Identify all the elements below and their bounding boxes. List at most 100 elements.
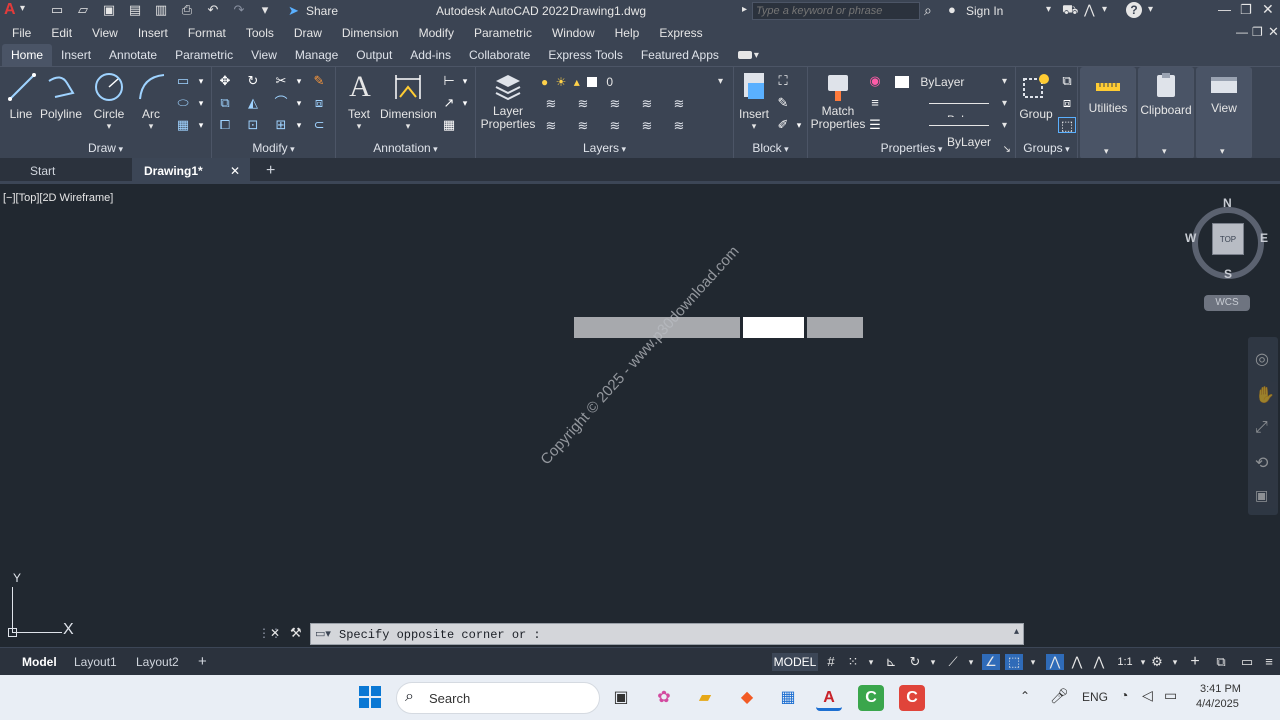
help-search-input[interactable] xyxy=(752,2,920,20)
ribbon-tab-insert[interactable]: Insert xyxy=(52,44,100,66)
microsoft-store-icon[interactable]: ▦ xyxy=(775,685,801,711)
customization-menu-icon[interactable]: ≡ xyxy=(1260,654,1278,670)
view-dropdown-icon[interactable]: ▾ xyxy=(1220,146,1225,157)
task-view-icon[interactable]: ▣ xyxy=(608,685,634,711)
autodesk-app-icon[interactable]: ⋀ xyxy=(1084,2,1095,18)
annotation-scale-icon[interactable]: ⋀ xyxy=(1090,654,1108,670)
layer-dropdown[interactable]: ● ☀ ▴ 0 xyxy=(536,73,728,91)
sign-in-button[interactable]: Sign In xyxy=(966,4,1003,18)
color-dropdown[interactable]: ByLayer xyxy=(890,73,1012,91)
circle-button[interactable]: Circle ▾ xyxy=(92,71,126,132)
pan-icon[interactable]: ✋ xyxy=(1255,385,1275,405)
compass-south[interactable]: S xyxy=(1224,267,1232,281)
model-space-button[interactable]: MODEL xyxy=(772,653,818,671)
menu-help[interactable]: Help xyxy=(605,26,650,40)
menu-edit[interactable]: Edit xyxy=(41,26,82,40)
help-icon[interactable]: ? xyxy=(1126,2,1142,18)
command-history-icon[interactable]: ▴ xyxy=(1014,626,1019,637)
draw-panel-label[interactable]: Draw xyxy=(0,141,211,155)
sign-in-dropdown-icon[interactable]: ▾ xyxy=(1046,4,1051,15)
workspace-dropdown-icon[interactable]: ▾ xyxy=(1166,654,1184,670)
leader-dropdown-icon[interactable]: ▾ xyxy=(456,95,474,111)
arc-dropdown-icon[interactable]: ▾ xyxy=(136,121,166,132)
steering-wheel-icon[interactable]: ◎ xyxy=(1255,349,1269,369)
layer-isolate-icon[interactable]: ≋ xyxy=(575,97,591,111)
arc-button[interactable]: Arc ▾ xyxy=(136,71,166,132)
viewcube-top-face[interactable]: TOP xyxy=(1212,223,1244,255)
view-panel[interactable]: View ▾ xyxy=(1196,67,1252,159)
circle-dropdown-icon[interactable]: ▾ xyxy=(92,121,126,132)
drawing1-tab[interactable]: Drawing1* ✕ xyxy=(132,158,250,184)
insert-dropdown-icon[interactable]: ▾ xyxy=(736,121,772,132)
menu-dimension[interactable]: Dimension xyxy=(332,26,409,40)
layer-off-icon[interactable]: ≋ xyxy=(543,97,559,111)
utilities-dropdown-icon[interactable]: ▾ xyxy=(1104,146,1109,157)
copilot-icon[interactable]: ✿ xyxy=(651,685,677,711)
doc-close-icon[interactable]: ✕ xyxy=(1268,24,1279,40)
isodraft-dropdown-icon[interactable]: ▾ xyxy=(962,654,980,670)
share-button[interactable]: Share xyxy=(306,4,338,18)
array-icon[interactable]: ⊞ xyxy=(272,117,290,133)
microphone-icon[interactable]: 🎤︎ xyxy=(1050,687,1069,705)
trim-icon[interactable]: ✂ xyxy=(272,73,290,89)
groups-panel-label[interactable]: Groups xyxy=(1016,141,1077,155)
menu-parametric[interactable]: Parametric xyxy=(464,26,542,40)
utilities-panel[interactable]: Utilities ▾ xyxy=(1080,67,1136,159)
ribbon-tab-output[interactable]: Output xyxy=(347,44,401,66)
viewcube[interactable]: N S E W TOP xyxy=(1185,196,1268,281)
battery-icon[interactable]: ▭ xyxy=(1164,687,1177,704)
navigation-bar[interactable]: ◎ ✋ ⤢ ⟲ ▣ xyxy=(1248,337,1278,515)
volume-icon[interactable]: ◁ xyxy=(1142,687,1153,704)
menu-express[interactable]: Express xyxy=(649,26,712,40)
ribbon-tab-home[interactable]: Home xyxy=(2,44,53,66)
group-edit-icon[interactable]: ⧈ xyxy=(1058,95,1076,111)
stretch-icon[interactable]: ⧠ xyxy=(216,117,234,133)
color-wheel-icon[interactable]: ◉ xyxy=(866,73,884,89)
annotation-visibility-icon[interactable]: ⋀ xyxy=(1046,654,1064,670)
copy-icon[interactable]: ⧉ xyxy=(216,95,234,111)
text-button[interactable]: A Text ▾ xyxy=(344,71,374,132)
menu-tools[interactable]: Tools xyxy=(236,26,284,40)
ortho-icon[interactable]: ⊾ xyxy=(882,654,900,670)
ribbon-tab-featured-apps[interactable]: Featured Apps xyxy=(632,44,728,66)
minimize-icon[interactable]: — xyxy=(1218,2,1231,17)
dimension-button[interactable]: Dimension ▾ xyxy=(380,71,437,132)
offset-icon[interactable]: ⊂ xyxy=(310,117,328,133)
erase-icon[interactable]: ✎ xyxy=(310,73,328,89)
camtasia-green-icon[interactable]: C xyxy=(858,685,884,711)
viewport-controls-label[interactable]: [−][Top][2D Wireframe] xyxy=(3,192,113,204)
hatch-dropdown-icon[interactable]: ▾ xyxy=(192,117,210,133)
show-hidden-icons-icon[interactable]: ⌃ xyxy=(1020,689,1030,703)
array-dropdown-icon[interactable]: ▾ xyxy=(290,117,308,133)
ribbon-minimize-icon[interactable] xyxy=(737,51,752,59)
ellipse-dropdown-icon[interactable]: ▾ xyxy=(192,95,210,111)
wifi-icon[interactable]: ◔ xyxy=(1120,687,1128,703)
menu-view[interactable]: View xyxy=(82,26,128,40)
fillet-icon[interactable]: ⌒ xyxy=(272,95,290,111)
rectangle-icon[interactable]: ▭ xyxy=(174,73,192,89)
polyline-button[interactable]: Polyline xyxy=(40,71,82,121)
ribbon-tab-view[interactable]: View xyxy=(242,44,286,66)
command-prompt-icon[interactable]: ▭▾ xyxy=(315,627,331,640)
trim-dropdown-icon[interactable]: ▾ xyxy=(290,73,308,89)
object-snap-icon[interactable]: ⬚ xyxy=(1005,654,1023,670)
camtasia-red-icon[interactable]: C xyxy=(899,685,925,711)
help-dropdown-icon[interactable]: ▾ xyxy=(1148,4,1153,15)
brave-browser-icon[interactable]: ◆ xyxy=(734,685,760,711)
menu-draw[interactable]: Draw xyxy=(284,26,332,40)
compass-east[interactable]: E xyxy=(1260,231,1268,245)
language-indicator[interactable]: ENG xyxy=(1082,690,1108,704)
quick-access-dropdown-icon[interactable]: ▾ xyxy=(257,3,273,17)
ribbon-tab-express-tools[interactable]: Express Tools xyxy=(539,44,631,66)
redo-icon[interactable]: ↷ xyxy=(231,3,247,17)
menu-window[interactable]: Window xyxy=(542,26,605,40)
mirror-icon[interactable]: ◭ xyxy=(244,95,262,111)
command-customize-icon[interactable]: ⚒ xyxy=(290,625,302,641)
undo-icon[interactable]: ↶ xyxy=(205,3,221,17)
taskbar-search-box[interactable]: ⌕ Search xyxy=(396,682,600,714)
isodraft-icon[interactable]: ⟋ xyxy=(944,654,962,670)
showmotion-icon[interactable]: ▣ xyxy=(1255,487,1268,504)
move-icon[interactable]: ✥ xyxy=(216,73,234,89)
menu-insert[interactable]: Insert xyxy=(128,26,178,40)
windows-start-icon[interactable] xyxy=(359,686,381,708)
